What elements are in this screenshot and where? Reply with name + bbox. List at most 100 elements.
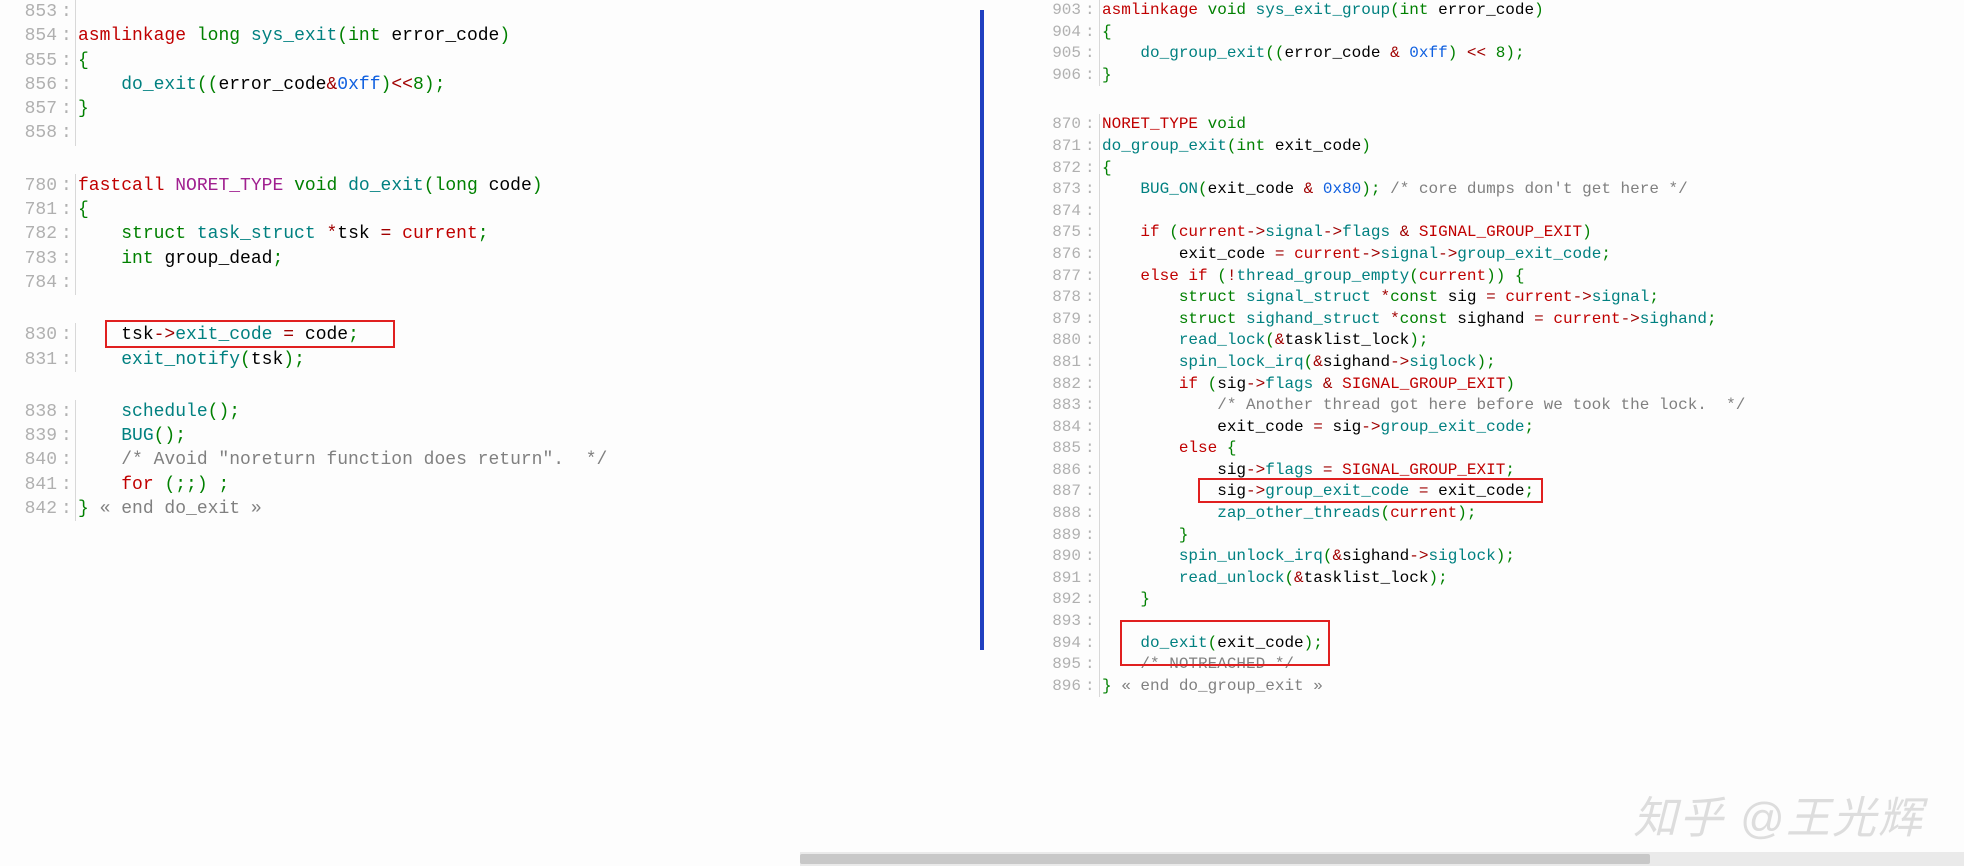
line-number: 879 [1029,309,1085,331]
code-text: sig->group_exit_code = exit_code; [1102,481,1534,503]
code-line: 905: do_group_exit((error_code & 0xff) <… [1029,43,1964,65]
code-text: do_exit(exit_code); [1102,633,1323,655]
code-line: 891: read_unlock(&tasklist_lock); [1029,568,1964,590]
code-line: 856: do_exit((error_code&0xff)<<8); [5,73,940,97]
code-text: else { [1102,438,1236,460]
code-text: sig->flags = SIGNAL_GROUP_EXIT; [1102,460,1515,482]
code-line: 878: struct signal_struct *const sig = c… [1029,287,1964,309]
line-number: 830 [5,323,61,347]
line-number: 878 [1029,287,1085,309]
line-number: 877 [1029,266,1085,288]
code-line: 890: spin_unlock_irq(&sighand->siglock); [1029,546,1964,568]
code-text: do_group_exit(int exit_code) [1102,136,1371,158]
code-line: 872:{ [1029,158,1964,180]
code-text: read_lock(&tasklist_lock); [1102,330,1429,352]
code-line: 881: spin_lock_irq(&sighand->siglock); [1029,352,1964,374]
line-number: 842 [5,497,61,521]
line-number: 906 [1029,65,1085,87]
line-number: 891 [1029,568,1085,590]
line-number: 841 [5,473,61,497]
code-text: } « end do_group_exit » [1102,676,1323,698]
left-code-pane: 853: 854:asmlinkage long sys_exit(int er… [0,0,940,866]
code-text: } « end do_exit » [78,497,262,521]
horizontal-scrollbar[interactable] [800,852,1964,866]
code-block-do-group-exit: 870:NORET_TYPE void 871:do_group_exit(in… [1029,114,1964,697]
code-text: tsk->exit_code = code; [78,323,359,347]
code-line: 781:{ [5,198,940,222]
line-number: 904 [1029,22,1085,44]
code-line: 853: [5,0,940,24]
code-line: 906:} [1029,65,1964,87]
code-diff-container: 853: 854:asmlinkage long sys_exit(int er… [0,0,1964,866]
line-number: 883 [1029,395,1085,417]
line-number: 905 [1029,43,1085,65]
code-text: read_unlock(&tasklist_lock); [1102,568,1448,590]
line-number: 886 [1029,460,1085,482]
line-number: 839 [5,424,61,448]
code-line: 854:asmlinkage long sys_exit(int error_c… [5,24,940,48]
line-number: 781 [5,198,61,222]
line-number: 880 [1029,330,1085,352]
right-code-pane: 903:asmlinkage void sys_exit_group(int e… [1024,0,1964,866]
code-line: 842:} « end do_exit » [5,497,940,521]
code-line: 857:} [5,97,940,121]
code-line: 782: struct task_struct *tsk = current; [5,222,940,246]
code-block-sys-exit: 853: 854:asmlinkage long sys_exit(int er… [5,0,940,146]
code-text: asmlinkage long sys_exit(int error_code) [78,24,510,48]
line-number: 894 [1029,633,1085,655]
line-number: 784 [5,271,61,295]
code-block-do-exit-head: 780:fastcall NORET_TYPE void do_exit(lon… [5,174,940,295]
scrollbar-thumb[interactable] [800,854,1650,864]
line-number: 855 [5,49,61,73]
line-number: 872 [1029,158,1085,180]
line-number: 831 [5,348,61,372]
line-number: 885 [1029,438,1085,460]
code-text: { [78,198,89,222]
code-text: for (;;) ; [78,473,229,497]
code-line: 904:{ [1029,22,1964,44]
code-text: zap_other_threads(current); [1102,503,1477,525]
code-text: if (sig->flags & SIGNAL_GROUP_EXIT) [1102,374,1515,396]
line-number: 895 [1029,654,1085,676]
code-text: struct task_struct *tsk = current; [78,222,489,246]
line-number: 853 [5,0,61,24]
code-line: 780:fastcall NORET_TYPE void do_exit(lon… [5,174,940,198]
code-text: fastcall NORET_TYPE void do_exit(long co… [78,174,543,198]
code-line: 855:{ [5,49,940,73]
code-line: 830: tsk->exit_code = code; [5,323,940,347]
line-number: 854 [5,24,61,48]
code-line: 841: for (;;) ; [5,473,940,497]
code-line: 884: exit_code = sig->group_exit_code; [1029,417,1964,439]
code-line: 839: BUG(); [5,424,940,448]
line-number: 871 [1029,136,1085,158]
code-line: 871:do_group_exit(int exit_code) [1029,136,1964,158]
line-number: 876 [1029,244,1085,266]
line-number: 882 [1029,374,1085,396]
code-text: { [1102,158,1112,180]
code-text: struct sighand_struct *const sighand = c… [1102,309,1717,331]
code-line: 882: if (sig->flags & SIGNAL_GROUP_EXIT) [1029,374,1964,396]
line-number: 892 [1029,589,1085,611]
code-line: 892: } [1029,589,1964,611]
code-text: schedule(); [78,400,240,424]
code-text: { [78,49,89,73]
code-text: /* Avoid "noreturn function does return"… [78,448,607,472]
code-text: /* Another thread got here before we too… [1102,395,1745,417]
code-line: 874: [1029,201,1964,223]
code-block-do-exit-mid: 830: tsk->exit_code = code; 831: exit_no… [5,323,940,372]
line-number: 780 [5,174,61,198]
code-text: asmlinkage void sys_exit_group(int error… [1102,0,1544,22]
code-text: { [1102,22,1112,44]
code-line: 784: [5,271,940,295]
code-line: 876: exit_code = current->signal->group_… [1029,244,1964,266]
line-number: 870 [1029,114,1085,136]
code-text: do_exit((error_code&0xff)<<8); [78,73,445,97]
code-line: 873: BUG_ON(exit_code & 0x80); /* core d… [1029,179,1964,201]
code-block-do-exit-tail: 838: schedule(); 839: BUG(); 840: /* Avo… [5,400,940,521]
code-line: 877: else if (!thread_group_empty(curren… [1029,266,1964,288]
code-line: 903:asmlinkage void sys_exit_group(int e… [1029,0,1964,22]
line-number: 887 [1029,481,1085,503]
line-number: 857 [5,97,61,121]
line-number: 840 [5,448,61,472]
code-text: } [1102,525,1188,547]
